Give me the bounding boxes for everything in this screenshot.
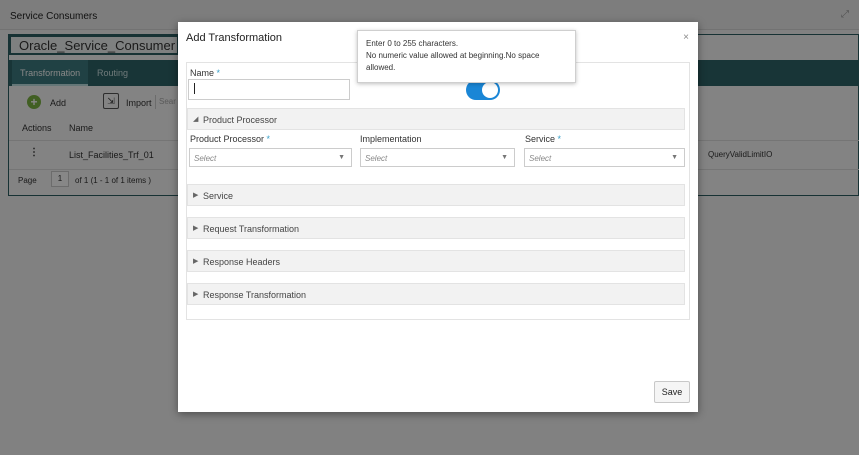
chevron-down-icon: ▼	[671, 154, 678, 161]
section-title: Response Headers	[203, 257, 281, 267]
toggle-knob	[482, 82, 498, 98]
section-service[interactable]: ▶ Service	[187, 184, 685, 206]
name-label: Name *	[190, 68, 221, 78]
section-title: Product Processor	[203, 115, 278, 125]
implementation-label: Implementation	[360, 134, 422, 144]
service-label: Service *	[525, 134, 562, 144]
section-product-processor[interactable]: ◢ Product Processor	[187, 108, 685, 130]
section-response-headers[interactable]: ▶ Response Headers	[187, 250, 685, 272]
select-placeholder: Select	[365, 154, 388, 163]
product-processor-select[interactable]: Select ▼	[189, 148, 352, 167]
expand-triangle-icon: ▶	[193, 258, 199, 265]
section-request-transformation[interactable]: ▶ Request Transformation	[187, 217, 685, 239]
expand-triangle-icon: ▶	[193, 192, 199, 199]
tooltip-line: No numeric value allowed at beginning.No…	[366, 51, 540, 60]
select-placeholder: Select	[529, 154, 552, 163]
chevron-down-icon: ▼	[501, 154, 508, 161]
service-select[interactable]: Select ▼	[524, 148, 685, 167]
expand-triangle-icon: ▶	[193, 225, 199, 232]
implementation-select[interactable]: Select ▼	[360, 148, 515, 167]
section-response-transformation[interactable]: ▶ Response Transformation	[187, 283, 685, 305]
name-validation-tooltip: Enter 0 to 255 characters. No numeric va…	[357, 30, 576, 83]
chevron-down-icon: ▼	[338, 154, 345, 161]
close-icon[interactable]: ×	[683, 32, 689, 43]
name-input[interactable]	[188, 79, 350, 100]
section-title: Service	[203, 191, 234, 201]
required-marker: *	[216, 68, 221, 78]
enable-toggle[interactable]	[466, 80, 500, 100]
save-button[interactable]: Save	[654, 381, 690, 403]
dialog-title: Add Transformation	[186, 32, 282, 44]
tooltip-line: allowed.	[366, 63, 396, 72]
section-title: Response Transformation	[203, 290, 307, 300]
product-processor-label: Product Processor *	[190, 134, 271, 144]
expand-triangle-icon: ▶	[193, 291, 199, 298]
tooltip-line: Enter 0 to 255 characters.	[366, 39, 459, 48]
text-cursor	[194, 83, 195, 94]
section-title: Request Transformation	[203, 224, 300, 234]
collapse-triangle-icon: ◢	[193, 116, 199, 123]
select-placeholder: Select	[194, 154, 217, 163]
